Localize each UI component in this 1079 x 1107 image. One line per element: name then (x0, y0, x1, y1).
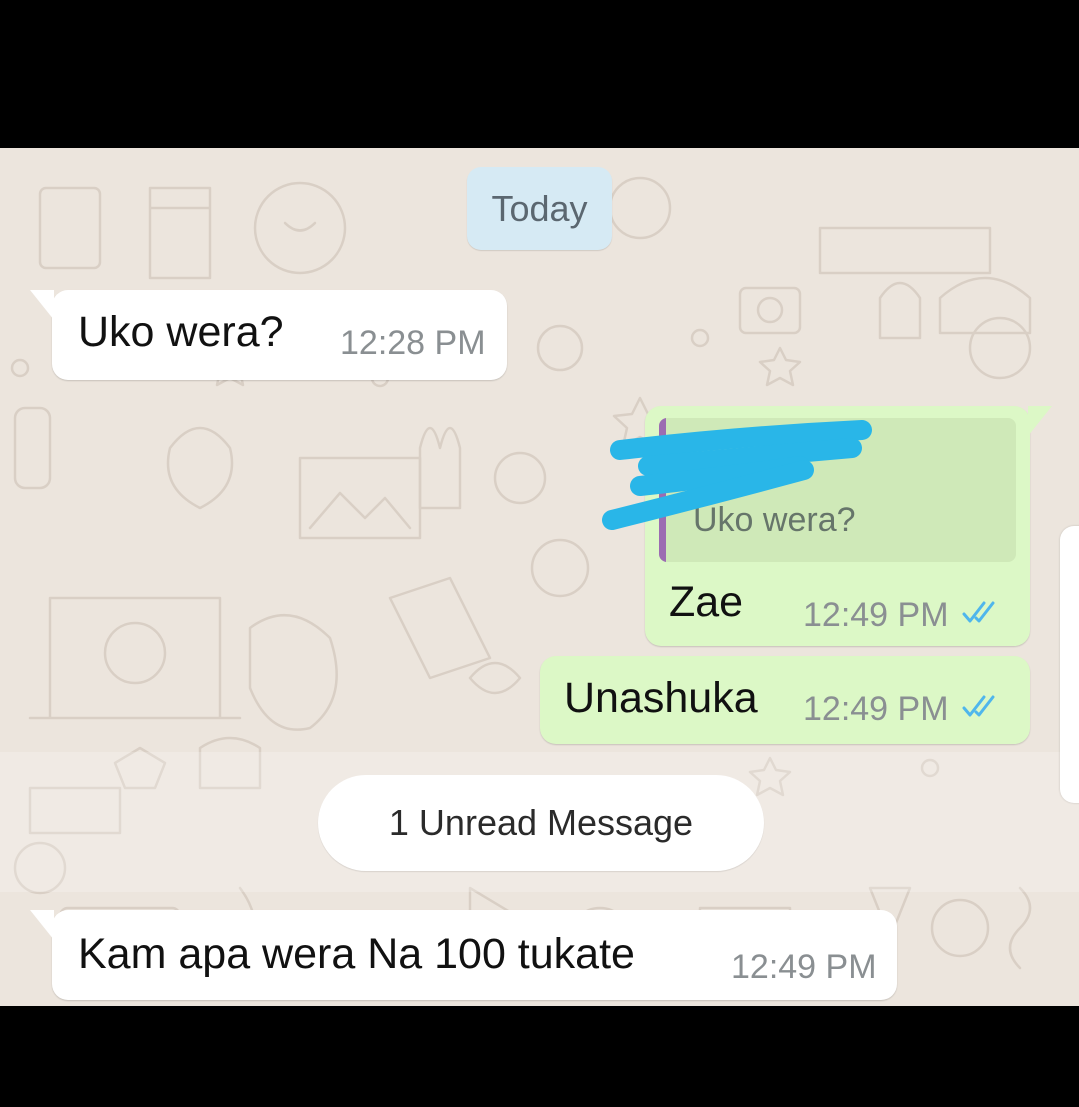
double-check-blue-icon (962, 601, 995, 623)
bubble-tail (30, 290, 54, 320)
message-text: Kam apa wera Na 100 tukate (78, 930, 635, 978)
message-text: Zae (669, 578, 744, 626)
incoming-message[interactable]: Uko wera? 12:28 PM (30, 290, 507, 380)
incoming-message[interactable]: Kam apa wera Na 100 tukate 12:49 PM (30, 910, 897, 1000)
double-check-blue-icon (962, 695, 995, 717)
message-time: 12:49 PM (731, 948, 877, 986)
bubble-tail (1028, 406, 1052, 436)
message-text: Uko wera? (78, 308, 284, 356)
bubble-tail (30, 910, 54, 940)
outgoing-reply-message[interactable]: Uko wera? Zae 12:49 PM (645, 406, 1052, 646)
quote-accent-bar (659, 418, 666, 562)
date-chip: Today (467, 167, 612, 250)
quoted-message[interactable]: Uko wera? (659, 418, 1016, 562)
message-time: 12:28 PM (340, 324, 486, 362)
message-text: Unashuka (564, 674, 758, 722)
outgoing-message[interactable]: Unashuka 12:49 PM (540, 656, 1030, 744)
unread-messages-divider: 1 Unread Message (318, 775, 764, 871)
side-panel-edge (1060, 526, 1079, 803)
chat-area: Today Uko wera? 12:28 PM Uko wera? Zae 1… (0, 148, 1079, 1006)
quoted-message-text: Uko wera? (693, 501, 856, 539)
message-time: 12:49 PM (803, 596, 949, 634)
message-time: 12:49 PM (803, 690, 949, 728)
